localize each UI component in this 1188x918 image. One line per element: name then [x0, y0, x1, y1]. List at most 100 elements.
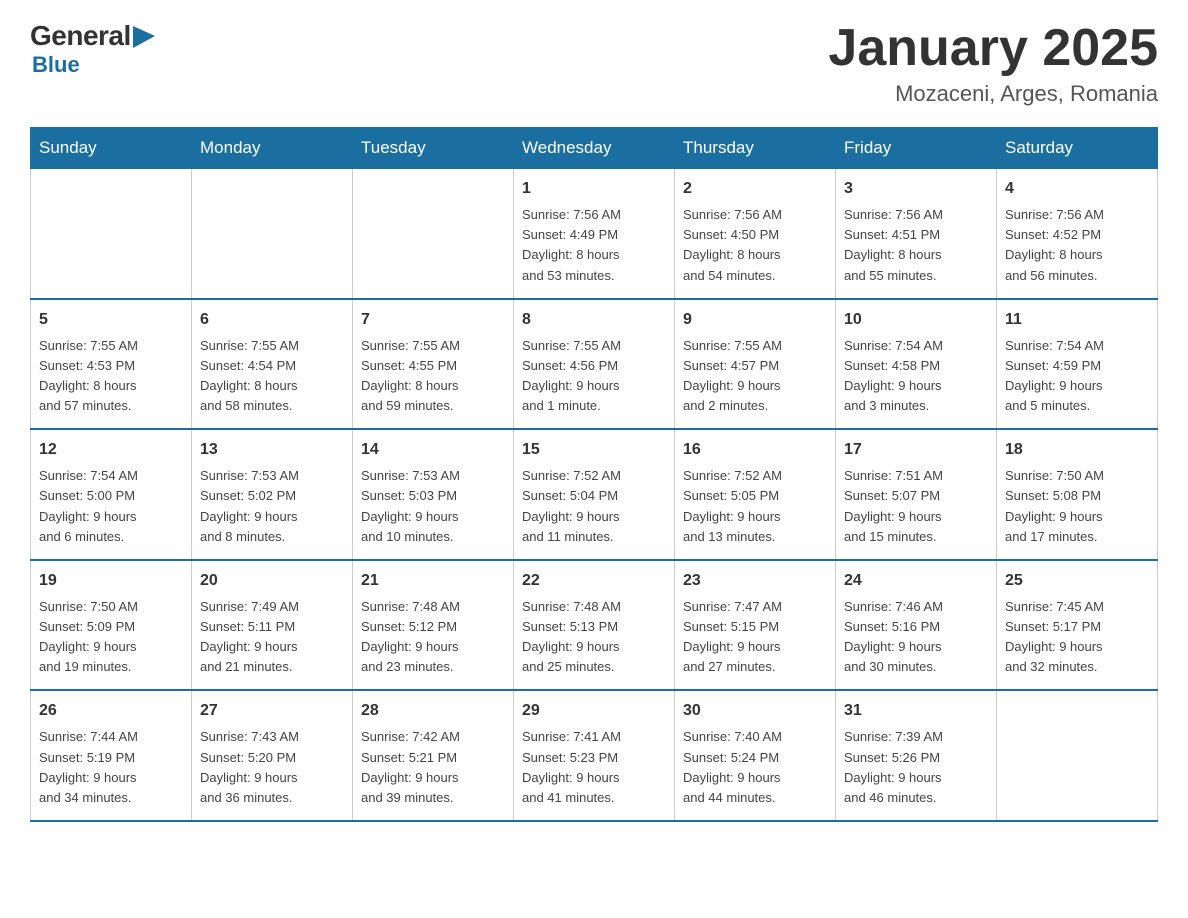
calendar-cell: 7 Sunrise: 7:55 AM Sunset: 4:55 PM Daylig…: [353, 299, 514, 430]
logo-general-text: General: [30, 20, 131, 52]
day-number: 5: [39, 308, 183, 332]
day-info: Sunrise: 7:56 AM Sunset: 4:50 PM Dayligh…: [683, 205, 827, 286]
calendar-week-4: 19 Sunrise: 7:50 AM Sunset: 5:09 PM Dayli…: [31, 560, 1158, 691]
col-saturday: Saturday: [997, 128, 1158, 169]
day-info: Sunrise: 7:54 AM Sunset: 4:58 PM Dayligh…: [844, 336, 988, 417]
col-sunday: Sunday: [31, 128, 192, 169]
day-number: 31: [844, 699, 988, 723]
day-number: 11: [1005, 308, 1149, 332]
calendar-cell: 28 Sunrise: 7:42 AM Sunset: 5:21 PM Dayli…: [353, 690, 514, 821]
header-row: Sunday Monday Tuesday Wednesday Thursday…: [31, 128, 1158, 169]
day-number: 26: [39, 699, 183, 723]
day-info: Sunrise: 7:54 AM Sunset: 5:00 PM Dayligh…: [39, 466, 183, 547]
day-info: Sunrise: 7:39 AM Sunset: 5:26 PM Dayligh…: [844, 727, 988, 808]
calendar-cell: 12 Sunrise: 7:54 AM Sunset: 5:00 PM Dayli…: [31, 429, 192, 560]
day-info: Sunrise: 7:43 AM Sunset: 5:20 PM Dayligh…: [200, 727, 344, 808]
day-info: Sunrise: 7:40 AM Sunset: 5:24 PM Dayligh…: [683, 727, 827, 808]
day-info: Sunrise: 7:55 AM Sunset: 4:56 PM Dayligh…: [522, 336, 666, 417]
calendar-week-2: 5 Sunrise: 7:55 AM Sunset: 4:53 PM Daylig…: [31, 299, 1158, 430]
day-info: Sunrise: 7:56 AM Sunset: 4:51 PM Dayligh…: [844, 205, 988, 286]
day-number: 7: [361, 308, 505, 332]
month-title: January 2025: [828, 20, 1158, 77]
day-number: 2: [683, 177, 827, 201]
calendar-cell: 17 Sunrise: 7:51 AM Sunset: 5:07 PM Dayli…: [836, 429, 997, 560]
day-number: 9: [683, 308, 827, 332]
day-info: Sunrise: 7:44 AM Sunset: 5:19 PM Dayligh…: [39, 727, 183, 808]
day-number: 28: [361, 699, 505, 723]
day-info: Sunrise: 7:55 AM Sunset: 4:54 PM Dayligh…: [200, 336, 344, 417]
day-number: 12: [39, 438, 183, 462]
day-info: Sunrise: 7:50 AM Sunset: 5:09 PM Dayligh…: [39, 597, 183, 678]
calendar-cell: 16 Sunrise: 7:52 AM Sunset: 5:05 PM Dayli…: [675, 429, 836, 560]
day-number: 3: [844, 177, 988, 201]
day-number: 13: [200, 438, 344, 462]
calendar-cell: 25 Sunrise: 7:45 AM Sunset: 5:17 PM Dayli…: [997, 560, 1158, 691]
calendar-header: Sunday Monday Tuesday Wednesday Thursday…: [31, 128, 1158, 169]
calendar-cell: 3 Sunrise: 7:56 AM Sunset: 4:51 PM Daylig…: [836, 169, 997, 299]
day-number: 20: [200, 569, 344, 593]
day-info: Sunrise: 7:55 AM Sunset: 4:53 PM Dayligh…: [39, 336, 183, 417]
day-info: Sunrise: 7:52 AM Sunset: 5:05 PM Dayligh…: [683, 466, 827, 547]
calendar-cell: 2 Sunrise: 7:56 AM Sunset: 4:50 PM Daylig…: [675, 169, 836, 299]
calendar-cell: 26 Sunrise: 7:44 AM Sunset: 5:19 PM Dayli…: [31, 690, 192, 821]
day-number: 15: [522, 438, 666, 462]
calendar-cell: 31 Sunrise: 7:39 AM Sunset: 5:26 PM Dayli…: [836, 690, 997, 821]
calendar-cell: 23 Sunrise: 7:47 AM Sunset: 5:15 PM Dayli…: [675, 560, 836, 691]
day-info: Sunrise: 7:46 AM Sunset: 5:16 PM Dayligh…: [844, 597, 988, 678]
day-info: Sunrise: 7:48 AM Sunset: 5:13 PM Dayligh…: [522, 597, 666, 678]
logo-arrow-icon: [133, 26, 155, 48]
day-info: Sunrise: 7:52 AM Sunset: 5:04 PM Dayligh…: [522, 466, 666, 547]
calendar-cell: [192, 169, 353, 299]
day-info: Sunrise: 7:56 AM Sunset: 4:52 PM Dayligh…: [1005, 205, 1149, 286]
col-thursday: Thursday: [675, 128, 836, 169]
day-info: Sunrise: 7:48 AM Sunset: 5:12 PM Dayligh…: [361, 597, 505, 678]
day-number: 8: [522, 308, 666, 332]
calendar-cell: 11Sunrise: 7:54 AM Sunset: 4:59 PM Dayli…: [997, 299, 1158, 430]
logo: General Blue: [30, 20, 155, 78]
calendar-cell: 29 Sunrise: 7:41 AM Sunset: 5:23 PM Dayli…: [514, 690, 675, 821]
day-info: Sunrise: 7:45 AM Sunset: 5:17 PM Dayligh…: [1005, 597, 1149, 678]
day-info: Sunrise: 7:41 AM Sunset: 5:23 PM Dayligh…: [522, 727, 666, 808]
calendar-cell: 18Sunrise: 7:50 AM Sunset: 5:08 PM Dayli…: [997, 429, 1158, 560]
day-number: 29: [522, 699, 666, 723]
day-info: Sunrise: 7:50 AM Sunset: 5:08 PM Dayligh…: [1005, 466, 1149, 547]
col-friday: Friday: [836, 128, 997, 169]
calendar-cell: 15 Sunrise: 7:52 AM Sunset: 5:04 PM Dayli…: [514, 429, 675, 560]
day-number: 16: [683, 438, 827, 462]
calendar-cell: [31, 169, 192, 299]
day-number: 25: [1005, 569, 1149, 593]
day-info: Sunrise: 7:53 AM Sunset: 5:03 PM Dayligh…: [361, 466, 505, 547]
calendar-week-3: 12 Sunrise: 7:54 AM Sunset: 5:00 PM Dayli…: [31, 429, 1158, 560]
calendar-cell: [353, 169, 514, 299]
location-title: Mozaceni, Arges, Romania: [828, 81, 1158, 107]
day-number: 17: [844, 438, 988, 462]
day-number: 10: [844, 308, 988, 332]
day-info: Sunrise: 7:56 AM Sunset: 4:49 PM Dayligh…: [522, 205, 666, 286]
calendar-cell: 1 Sunrise: 7:56 AM Sunset: 4:49 PM Daylig…: [514, 169, 675, 299]
day-number: 14: [361, 438, 505, 462]
calendar-cell: 6 Sunrise: 7:55 AM Sunset: 4:54 PM Daylig…: [192, 299, 353, 430]
calendar-body: 1 Sunrise: 7:56 AM Sunset: 4:49 PM Daylig…: [31, 169, 1158, 821]
day-number: 23: [683, 569, 827, 593]
day-number: 24: [844, 569, 988, 593]
calendar-cell: 24 Sunrise: 7:46 AM Sunset: 5:16 PM Dayli…: [836, 560, 997, 691]
calendar-cell: 30 Sunrise: 7:40 AM Sunset: 5:24 PM Dayli…: [675, 690, 836, 821]
calendar-cell: 13Sunrise: 7:53 AM Sunset: 5:02 PM Dayli…: [192, 429, 353, 560]
day-number: 19: [39, 569, 183, 593]
calendar-table: Sunday Monday Tuesday Wednesday Thursday…: [30, 127, 1158, 822]
day-info: Sunrise: 7:55 AM Sunset: 4:55 PM Dayligh…: [361, 336, 505, 417]
calendar-cell: 22Sunrise: 7:48 AM Sunset: 5:13 PM Dayli…: [514, 560, 675, 691]
day-info: Sunrise: 7:47 AM Sunset: 5:15 PM Dayligh…: [683, 597, 827, 678]
day-number: 30: [683, 699, 827, 723]
calendar-cell: [997, 690, 1158, 821]
day-number: 27: [200, 699, 344, 723]
logo-blue-text: Blue: [32, 52, 80, 78]
day-number: 1: [522, 177, 666, 201]
calendar-cell: 8 Sunrise: 7:55 AM Sunset: 4:56 PM Daylig…: [514, 299, 675, 430]
calendar-cell: 21Sunrise: 7:48 AM Sunset: 5:12 PM Dayli…: [353, 560, 514, 691]
calendar-cell: 20Sunrise: 7:49 AM Sunset: 5:11 PM Dayli…: [192, 560, 353, 691]
calendar-cell: 19 Sunrise: 7:50 AM Sunset: 5:09 PM Dayli…: [31, 560, 192, 691]
day-info: Sunrise: 7:42 AM Sunset: 5:21 PM Dayligh…: [361, 727, 505, 808]
day-info: Sunrise: 7:51 AM Sunset: 5:07 PM Dayligh…: [844, 466, 988, 547]
day-number: 6: [200, 308, 344, 332]
